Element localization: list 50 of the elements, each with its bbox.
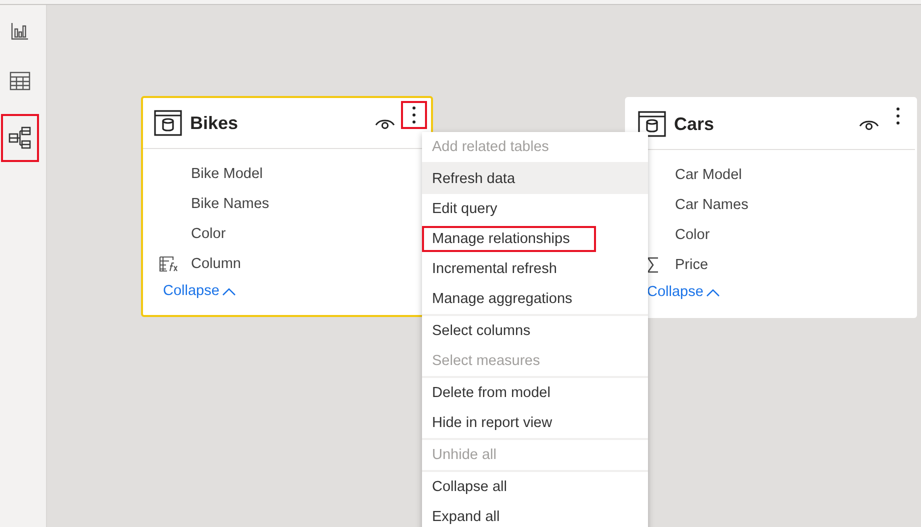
menu-item-label: Delete from model — [431, 384, 552, 403]
menu-item-label: Select measures — [431, 352, 541, 371]
menu-item[interactable]: Expand all — [422, 502, 648, 527]
menu-item-label: Incremental refresh — [431, 260, 558, 279]
menu-item-label: Expand all — [431, 508, 501, 527]
chevron-up-icon — [706, 288, 720, 296]
field-name: Color — [675, 227, 710, 243]
menu-item-label: Manage relationships — [422, 226, 596, 252]
table-name: Bikes — [190, 112, 238, 134]
menu-item-label: Hide in report view — [431, 414, 554, 433]
collapse-link[interactable]: Collapse — [163, 283, 236, 299]
menu-item[interactable]: Edit query — [422, 194, 648, 224]
more-icon — [412, 106, 416, 124]
nav-button[interactable] — [1, 114, 39, 162]
menu-item-label: Collapse all — [431, 478, 508, 497]
menu-item[interactable]: Manage aggregations — [422, 284, 648, 314]
menu-item-label: Unhide all — [431, 446, 498, 465]
chevron-up-icon — [222, 286, 236, 296]
field-name: Color — [191, 226, 226, 242]
menu-item[interactable]: Delete from model — [422, 378, 648, 408]
menu-item-label: Refresh data — [431, 170, 516, 189]
table-card[interactable]: Cars Car Model Car Names Color Price Collapse — [625, 97, 917, 318]
more-options-button[interactable] — [401, 101, 427, 129]
menu-item[interactable]: Select columns — [422, 316, 648, 346]
bar-chart-icon — [10, 21, 30, 41]
menu-item-label: Select columns — [431, 322, 532, 341]
table-icon — [154, 110, 182, 136]
table-name: Cars — [674, 114, 714, 134]
field-name: Column — [191, 256, 241, 272]
field-name: Car Names — [675, 197, 748, 213]
model-diagram-icon — [8, 126, 32, 150]
calculated-column-icon — [159, 256, 179, 272]
menu-item-label: Add related tables — [431, 138, 550, 157]
sigma-icon — [647, 257, 659, 273]
table-card[interactable]: Bikes Bike Model Bike Names Color Column Collapse — [141, 96, 433, 317]
table-icon — [9, 71, 31, 91]
field-name: Bike Model — [191, 166, 263, 182]
field-name: Price — [675, 257, 708, 273]
menu-item-label: Manage aggregations — [431, 290, 574, 309]
menu-item[interactable]: Hide in report view — [422, 408, 648, 438]
menu-item[interactable]: Incremental refresh — [422, 254, 648, 284]
more-icon — [896, 107, 900, 125]
collapse-link[interactable]: Collapse — [647, 284, 720, 300]
field-name: Bike Names — [191, 196, 270, 212]
table-icon — [638, 111, 666, 137]
field-name: Car Model — [675, 167, 742, 183]
menu-item[interactable]: Manage relationships — [422, 224, 648, 254]
menu-item[interactable]: Refresh data — [422, 164, 648, 194]
menu-item[interactable]: Collapse all — [422, 472, 648, 502]
menu-item-label: Edit query — [431, 200, 498, 219]
